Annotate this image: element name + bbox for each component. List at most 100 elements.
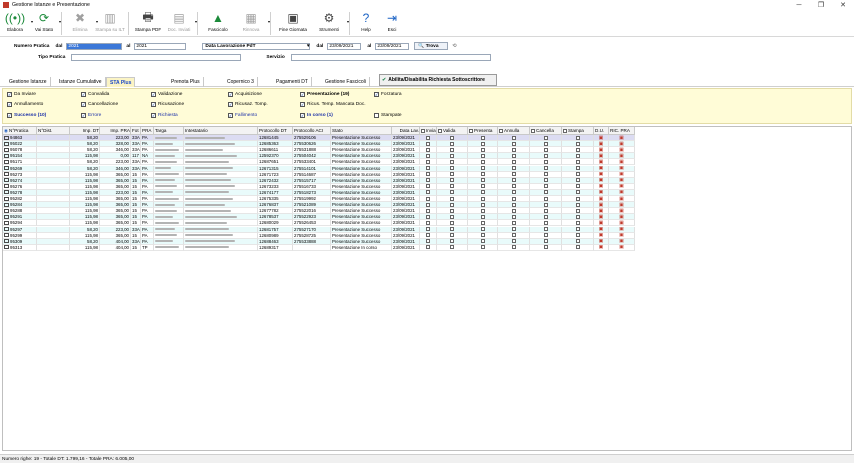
row-checkbox[interactable]: [480, 202, 485, 207]
row-checkbox[interactable]: [480, 166, 485, 171]
row-checkbox[interactable]: [511, 239, 516, 244]
status-check-errore[interactable]: Errore: [81, 113, 101, 118]
elabora-button[interactable]: ((•)) Elabora ▾: [0, 10, 33, 37]
row-checkbox[interactable]: [450, 190, 454, 195]
row-checkbox[interactable]: [426, 135, 430, 140]
pdf-icon[interactable]: ▣: [619, 202, 624, 207]
row-checkbox[interactable]: [426, 153, 430, 158]
row-checkbox[interactable]: [426, 190, 430, 195]
row-checkbox[interactable]: [511, 220, 516, 225]
column-header[interactable]: Imp. PRA: [100, 127, 131, 135]
status-check-acquisizione[interactable]: Acquisizione: [228, 92, 262, 97]
row-checkbox[interactable]: [575, 196, 580, 201]
chevron-down-icon[interactable]: ▾: [195, 19, 197, 24]
tab-sta-plus[interactable]: STA Plus: [106, 77, 136, 87]
pdf-icon[interactable]: ▣: [619, 178, 624, 183]
row-checkbox[interactable]: [480, 147, 485, 152]
row-checkbox[interactable]: [511, 153, 516, 158]
tab-prenota-plus[interactable]: Prenota Plus: [168, 77, 204, 87]
row-checkbox[interactable]: [543, 147, 548, 152]
row-checkbox[interactable]: [480, 153, 485, 158]
column-header[interactable]: Targa: [154, 127, 184, 135]
status-check-successo-10[interactable]: Successo (10): [7, 113, 46, 118]
num-al-input[interactable]: 2021: [134, 42, 187, 50]
row-checkbox[interactable]: [426, 233, 430, 238]
row-checkbox[interactable]: [480, 245, 485, 250]
pdf-icon[interactable]: ▣: [619, 159, 624, 164]
help-button[interactable]: ? Help: [353, 10, 379, 37]
row-checkbox[interactable]: [480, 184, 485, 189]
status-check-ricusaz-tomp[interactable]: Ricusaz. Tomp.: [228, 102, 268, 107]
row-checkbox[interactable]: [450, 239, 454, 244]
row-checkbox[interactable]: [450, 178, 454, 183]
row-checkbox[interactable]: [575, 202, 580, 207]
data-al-input[interactable]: 23/09/2021: [375, 42, 410, 50]
row-checkbox[interactable]: [511, 184, 516, 189]
column-header[interactable]: N°Dist.: [37, 127, 70, 135]
row-checkbox[interactable]: [450, 227, 454, 232]
row-checkbox[interactable]: [543, 245, 548, 250]
stampa-pdf-button[interactable]: 🖶 Stampa PDF: [132, 10, 164, 37]
row-checkbox[interactable]: [480, 178, 485, 183]
row-checkbox[interactable]: [426, 147, 430, 152]
row-checkbox[interactable]: [450, 220, 454, 225]
row-checkbox[interactable]: [450, 147, 454, 152]
row-checkbox[interactable]: [450, 159, 454, 164]
row-checkbox[interactable]: [480, 141, 485, 146]
chevron-down-icon[interactable]: ▾: [59, 19, 61, 24]
row-checkbox[interactable]: [480, 220, 485, 225]
chevron-down-icon[interactable]: ▾: [268, 19, 270, 24]
pdf-icon[interactable]: ▣: [619, 208, 624, 213]
tab-gestione-fascicoli[interactable]: Gestione Fascicoli: [322, 77, 370, 87]
column-header[interactable]: Imp. DT: [70, 127, 100, 135]
elimina-button[interactable]: ✖ Elimina ▾: [65, 10, 98, 37]
pdf-icon[interactable]: ▣: [599, 166, 604, 171]
row-checkbox[interactable]: [575, 245, 580, 250]
pdf-icon[interactable]: ▣: [599, 178, 604, 183]
status-check-forzatura[interactable]: Forzatura: [374, 92, 402, 97]
trova-button[interactable]: 🔍 Trova: [414, 42, 449, 50]
row-checkbox[interactable]: [543, 214, 548, 219]
row-checkbox[interactable]: [575, 141, 580, 146]
servizio-input[interactable]: [290, 54, 491, 61]
row-checkbox[interactable]: [543, 208, 548, 213]
column-header[interactable]: Protocollo DT: [258, 127, 293, 135]
fine-giornata-button[interactable]: ▣ Fine Giornata: [274, 10, 312, 37]
status-check-validazione[interactable]: Validazione: [151, 92, 182, 97]
row-checkbox[interactable]: [426, 220, 430, 225]
row-checkbox[interactable]: [450, 172, 454, 177]
row-checkbox[interactable]: [575, 208, 580, 213]
close-button[interactable]: ✕: [832, 0, 854, 10]
row-checkbox[interactable]: [543, 233, 548, 238]
pdf-icon[interactable]: ▣: [619, 196, 624, 201]
row-checkbox[interactable]: [511, 178, 516, 183]
pdf-icon[interactable]: ▣: [599, 220, 604, 225]
header-checkbox[interactable]: [421, 128, 425, 133]
row-checkbox[interactable]: [426, 239, 430, 244]
row-checkbox[interactable]: [511, 202, 516, 207]
row-checkbox[interactable]: [511, 214, 516, 219]
row-checkbox[interactable]: [426, 172, 430, 177]
column-header[interactable]: ◉ N°Pratica: [3, 127, 37, 135]
esci-button[interactable]: ⇥ Esci: [379, 10, 405, 37]
row-checkbox[interactable]: [426, 208, 430, 213]
row-checkbox[interactable]: [511, 172, 516, 177]
status-check-fallimento[interactable]: Fallimento: [228, 113, 257, 118]
row-checkbox[interactable]: [575, 172, 580, 177]
row-checkbox[interactable]: [480, 172, 485, 177]
column-header[interactable]: Stato: [331, 127, 392, 135]
vai-stato-button[interactable]: ⟳ Vai Stato ▾: [30, 10, 61, 37]
pdf-icon[interactable]: ▣: [599, 141, 604, 146]
row-checkbox[interactable]: [450, 214, 454, 219]
doc-inviati-button[interactable]: ▤ Doc. Inviati ▾: [164, 10, 197, 37]
row-checkbox[interactable]: [543, 202, 548, 207]
column-header[interactable]: D.U.: [594, 127, 609, 135]
row-checkbox[interactable]: [575, 159, 580, 164]
row-checkbox[interactable]: [575, 239, 580, 244]
status-check-cancellazione[interactable]: Cancellazione: [81, 102, 118, 107]
row-checkbox[interactable]: [575, 190, 580, 195]
row-checkbox[interactable]: [543, 220, 548, 225]
row-checkbox[interactable]: [575, 220, 580, 225]
header-checkbox[interactable]: [469, 128, 473, 133]
pdf-icon[interactable]: ▣: [599, 227, 604, 232]
